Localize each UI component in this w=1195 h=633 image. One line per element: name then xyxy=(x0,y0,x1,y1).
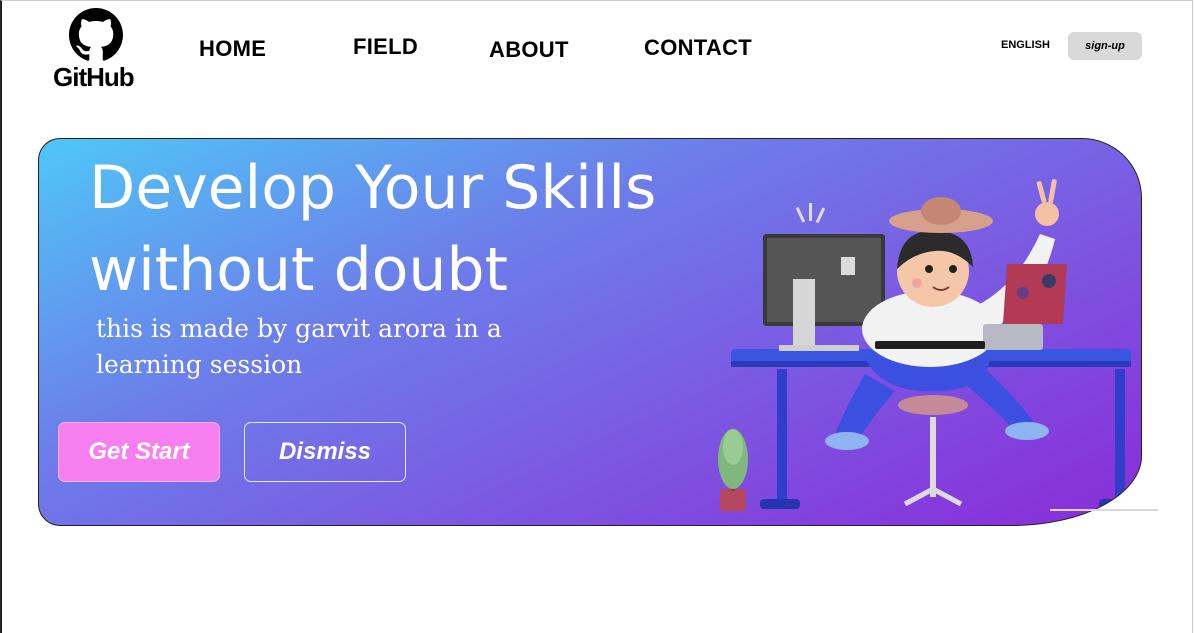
language-selector[interactable]: ENGLISH xyxy=(1001,39,1050,51)
plant-icon xyxy=(718,429,748,511)
nav-home[interactable]: HOME xyxy=(199,36,266,62)
github-octocat-icon xyxy=(69,8,123,61)
nav-field[interactable]: FIELD xyxy=(353,34,418,60)
hero-subtitle: this is made by garvit arora in a learni… xyxy=(96,314,502,379)
nav-contact[interactable]: CONTACT xyxy=(644,35,752,61)
hero-title: Develop Your Skills without doubt xyxy=(89,153,657,305)
floor-line xyxy=(1050,509,1158,511)
nav-about[interactable]: ABOUT xyxy=(489,37,569,63)
logo-text: GitHub xyxy=(53,62,135,92)
keyboard-icon xyxy=(875,341,985,349)
dismiss-button[interactable]: Dismiss xyxy=(244,422,406,482)
chair-icon xyxy=(898,395,968,507)
developer-at-desk-illustration xyxy=(718,179,1141,511)
hero-banner: Develop Your Skills without doubt this i… xyxy=(38,138,1142,526)
get-start-button[interactable]: Get Start xyxy=(58,422,220,482)
signup-button[interactable]: sign-up xyxy=(1068,32,1142,60)
github-logo[interactable]: GitHub xyxy=(50,8,142,92)
